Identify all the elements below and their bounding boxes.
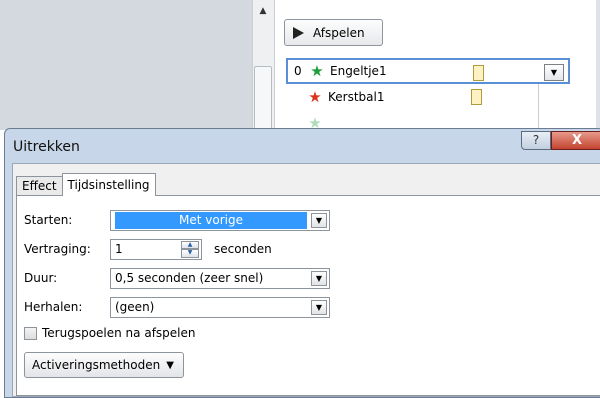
start-row: Starten: Met vorige ▼ bbox=[24, 208, 330, 232]
scroll-up-icon[interactable]: ▲ bbox=[255, 4, 271, 18]
dialog-body: Effect Tijdsinstelling Starten: Met vori… bbox=[12, 163, 600, 397]
repeat-value: (geen) bbox=[115, 300, 155, 314]
play-button[interactable]: Afspelen bbox=[284, 19, 383, 46]
tab-effect[interactable]: Effect bbox=[16, 176, 63, 196]
duration-label: Duur: bbox=[24, 271, 58, 285]
timing-bar[interactable] bbox=[473, 65, 484, 81]
dialog-title: Uitrekken bbox=[13, 139, 80, 155]
timing-tab-panel: Starten: Met vorige ▼ Vertraging: 1 ▲ ▼ … bbox=[16, 195, 600, 396]
duration-select[interactable]: 0,5 seconden (zeer snel) ▼ bbox=[110, 267, 330, 289]
animation-list: 0 ★ Engeltje1 ▼ ★ Kerstbal1 ★ bbox=[286, 58, 570, 136]
animation-item-kerstbal1[interactable]: ★ Kerstbal1 bbox=[286, 84, 570, 110]
tab-timing[interactable]: Tijdsinstelling bbox=[61, 173, 156, 196]
rewind-option[interactable]: Terugspoelen na afspelen bbox=[24, 326, 196, 340]
scrollbar-thumb[interactable] bbox=[254, 66, 272, 130]
chevron-down-icon[interactable]: ▼ bbox=[311, 270, 327, 286]
close-button[interactable]: X bbox=[551, 131, 600, 150]
animation-item-engeltje1[interactable]: 0 ★ Engeltje1 ▼ bbox=[286, 58, 570, 84]
start-value: Met vorige bbox=[115, 211, 307, 229]
triggers-button[interactable]: Activeringsmethoden ▼ bbox=[24, 352, 184, 378]
chevron-down-icon[interactable]: ▼ bbox=[311, 299, 327, 315]
expand-icon: ▼ bbox=[166, 359, 174, 371]
play-icon bbox=[293, 26, 304, 39]
timing-bar[interactable] bbox=[471, 89, 482, 105]
chevron-down-icon[interactable]: ▼ bbox=[544, 64, 564, 81]
delay-unit: seconden bbox=[214, 242, 272, 256]
start-select[interactable]: Met vorige ▼ bbox=[110, 209, 330, 231]
spinner-arrows: ▲ ▼ bbox=[181, 240, 199, 258]
repeat-row: Herhalen: (geen) ▼ bbox=[24, 295, 330, 319]
duration-value: 0,5 seconden (zeer snel) bbox=[115, 271, 264, 285]
delay-stepper[interactable]: 1 ▲ ▼ bbox=[110, 238, 202, 260]
dialog-titlebar[interactable]: Uitrekken ? X bbox=[5, 129, 600, 163]
spin-down-icon[interactable]: ▼ bbox=[181, 249, 199, 258]
effect-options-dialog: Uitrekken ? X Effect Tijdsinstelling Sta… bbox=[4, 128, 600, 398]
rewind-checkbox[interactable] bbox=[24, 326, 37, 340]
animation-order: 0 bbox=[294, 64, 302, 78]
repeat-label: Herhalen: bbox=[24, 300, 83, 314]
delay-label: Vertraging: bbox=[24, 242, 91, 256]
entrance-star-icon: ★ bbox=[310, 62, 324, 80]
animation-name: Engeltje1 bbox=[330, 64, 387, 78]
delay-row: Vertraging: 1 ▲ ▼ seconden bbox=[24, 237, 272, 261]
delay-value: 1 bbox=[115, 241, 123, 256]
repeat-select[interactable]: (geen) ▼ bbox=[110, 296, 330, 318]
emphasis-star-icon: ★ bbox=[308, 88, 322, 106]
spin-up-icon[interactable]: ▲ bbox=[181, 240, 199, 249]
rewind-label: Terugspoelen na afspelen bbox=[42, 326, 196, 340]
tab-strip: Effect Tijdsinstelling bbox=[16, 173, 156, 196]
duration-row: Duur: 0,5 seconden (zeer snel) ▼ bbox=[24, 266, 330, 290]
pane-edge bbox=[596, 0, 600, 130]
triggers-label: Activeringsmethoden bbox=[32, 358, 161, 372]
play-button-label: Afspelen bbox=[313, 25, 365, 40]
workspace-background bbox=[0, 0, 252, 130]
start-label: Starten: bbox=[24, 213, 73, 227]
help-button[interactable]: ? bbox=[521, 131, 551, 150]
chevron-down-icon[interactable]: ▼ bbox=[311, 212, 327, 228]
animation-name: Kerstbal1 bbox=[328, 90, 385, 104]
